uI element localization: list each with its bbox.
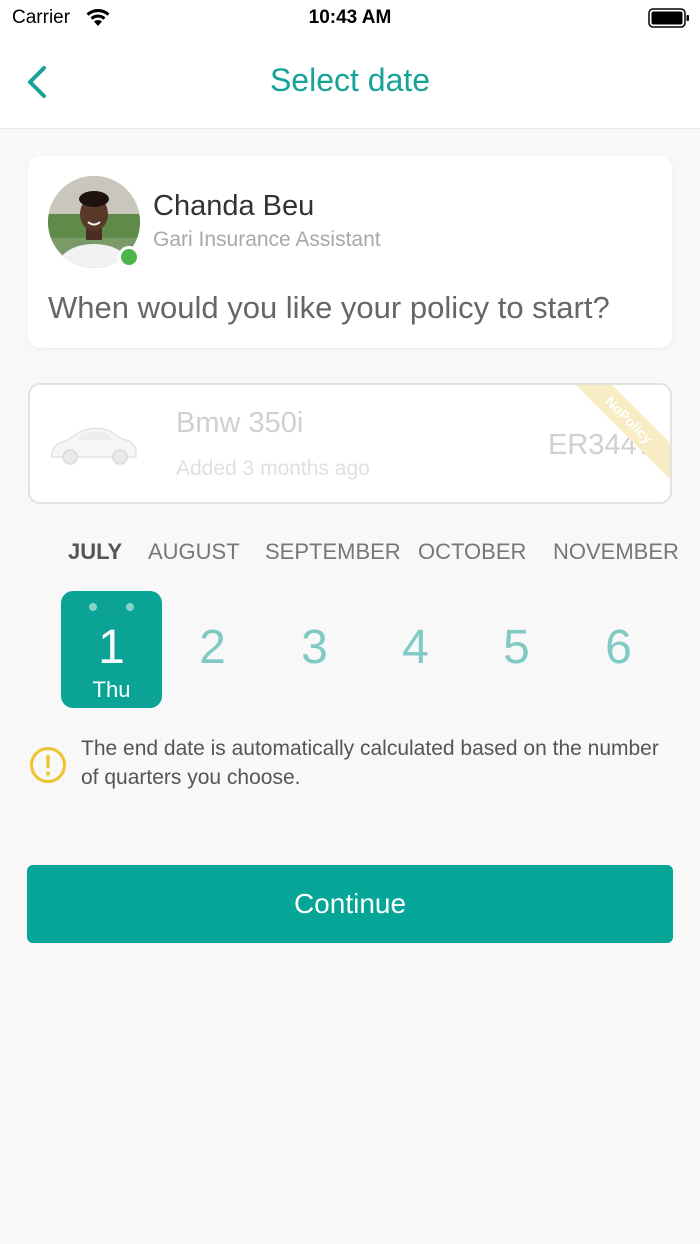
month-selector: JULY AUGUST SEPTEMBER OCTOBER NOVEMBER: [0, 536, 700, 570]
day-2[interactable]: 2: [162, 591, 263, 708]
calendar-ring-dot: [126, 603, 134, 611]
day-weekday: Thu: [92, 677, 131, 702]
vehicle-name: Bmw 350i: [176, 407, 304, 439]
day-number: 1: [98, 621, 125, 674]
day-number: 3: [301, 621, 328, 674]
month-tab-july[interactable]: JULY: [68, 539, 122, 565]
day-4[interactable]: 4: [365, 591, 466, 708]
car-icon: [51, 427, 137, 465]
day-number: 4: [402, 621, 429, 674]
continue-button[interactable]: Continue: [27, 865, 673, 943]
assistant-name: Chanda Beu: [153, 190, 315, 222]
status-time: 10:43 AM: [308, 7, 392, 28]
day-number: 6: [605, 621, 632, 674]
vehicle-card[interactable]: Bmw 350i Added 3 months ago ER3447 NoPol…: [28, 383, 672, 504]
end-date-info: The end date is automatically calculated…: [81, 737, 659, 789]
page-title: Select date: [269, 62, 431, 98]
day-number: 5: [503, 621, 530, 674]
online-status-dot: [118, 246, 140, 268]
day-5[interactable]: 5: [466, 591, 567, 708]
vehicle-added-date: Added 3 months ago: [176, 457, 370, 480]
day-3[interactable]: 3: [264, 591, 365, 708]
day-6[interactable]: 6: [568, 591, 669, 708]
month-tab-october[interactable]: OCTOBER: [418, 539, 526, 565]
calendar-ring-dot: [89, 603, 97, 611]
assistant-card: Chanda Beu Gari Insurance Assistant When…: [28, 156, 672, 348]
month-tab-september[interactable]: SEPTEMBER: [265, 539, 401, 565]
month-tab-november[interactable]: NOVEMBER: [553, 539, 679, 565]
warning-icon: [30, 747, 66, 783]
nav-bar: Select date: [0, 40, 700, 129]
assistant-question: When would you like your policy to start…: [48, 290, 610, 325]
month-tab-august[interactable]: AUGUST: [148, 539, 240, 565]
assistant-role: Gari Insurance Assistant: [153, 228, 381, 251]
day-number: 2: [199, 621, 226, 674]
day-1-selected[interactable]: 1 Thu: [61, 591, 162, 708]
battery-icon: [648, 8, 689, 28]
status-bar: Carrier 10:43 AM: [0, 0, 700, 40]
